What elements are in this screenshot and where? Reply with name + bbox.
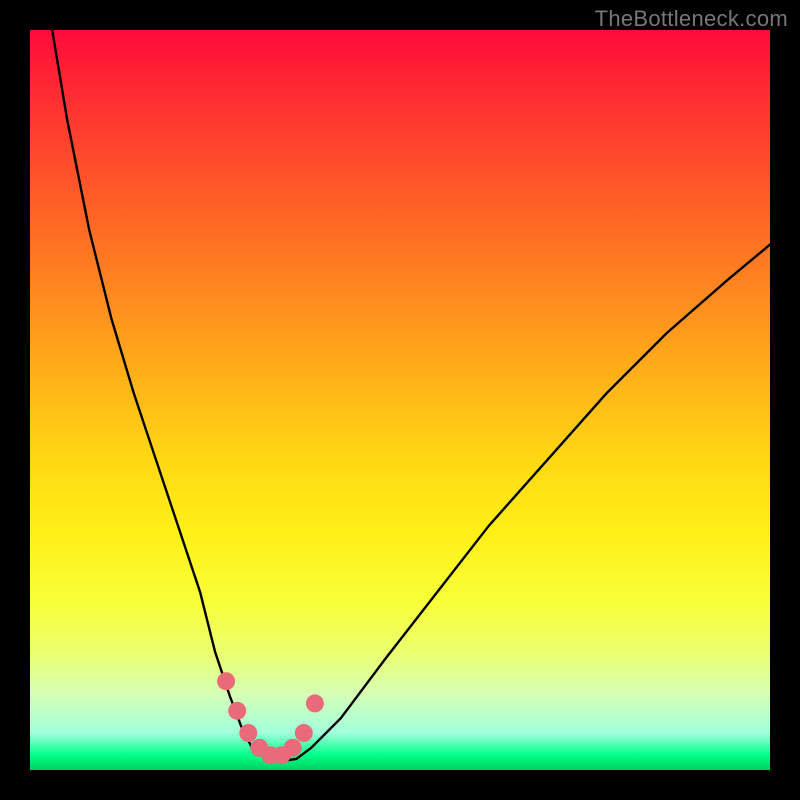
highlight-point bbox=[295, 724, 313, 742]
highlight-point bbox=[284, 739, 302, 757]
highlight-point bbox=[239, 724, 257, 742]
plot-area bbox=[30, 30, 770, 770]
bottleneck-curve bbox=[52, 30, 770, 761]
watermark-text: TheBottleneck.com bbox=[595, 6, 788, 32]
highlight-point bbox=[228, 702, 246, 720]
chart-frame: TheBottleneck.com bbox=[0, 0, 800, 800]
highlight-point bbox=[306, 694, 324, 712]
highlight-point bbox=[217, 672, 235, 690]
chart-svg bbox=[30, 30, 770, 770]
